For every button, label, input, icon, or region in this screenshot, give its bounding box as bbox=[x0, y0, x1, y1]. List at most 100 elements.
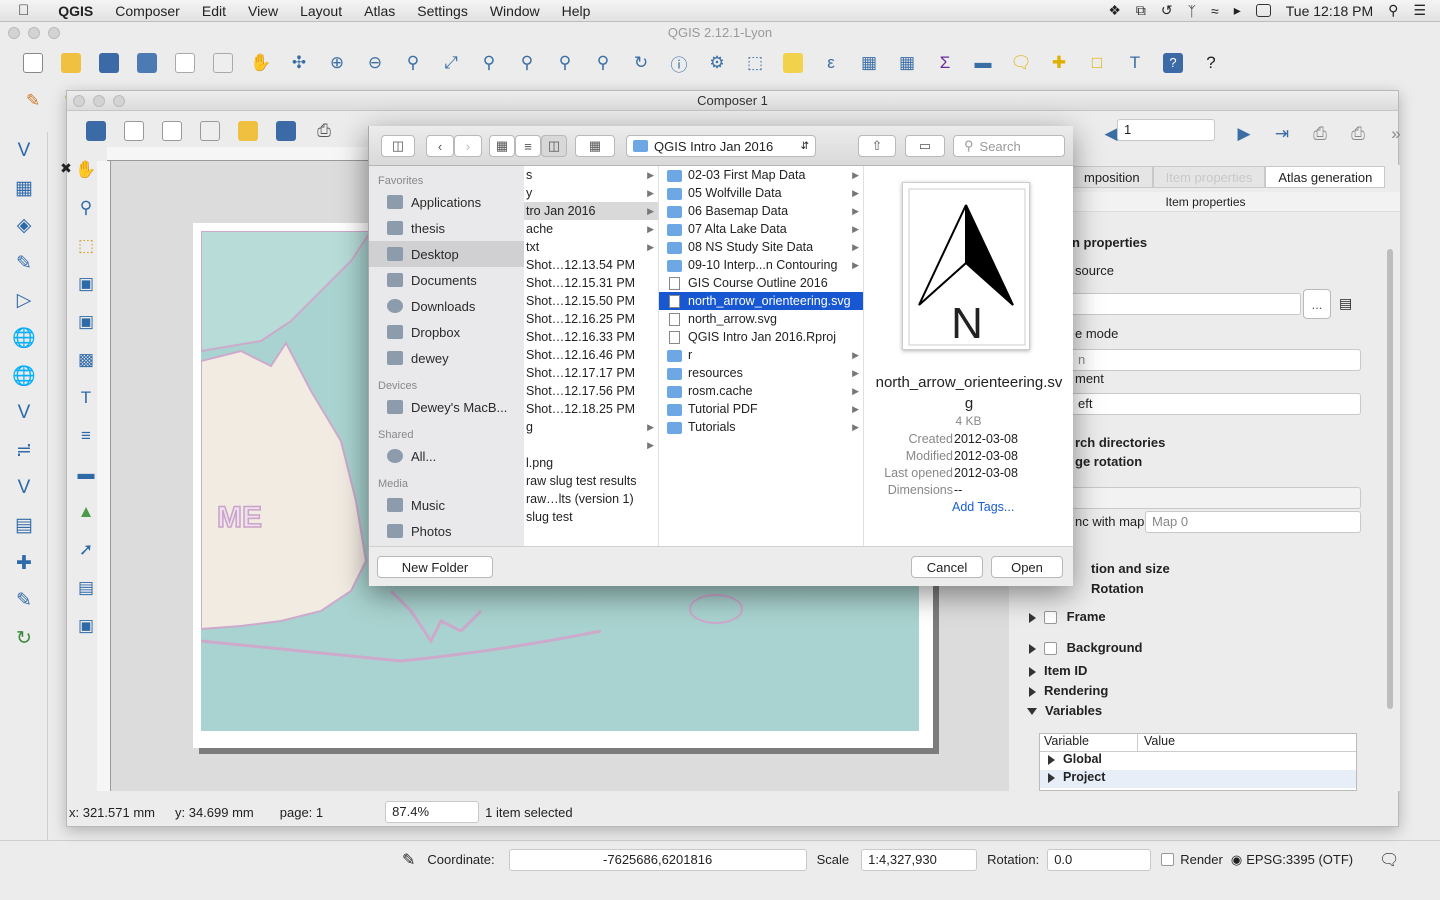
sidebar-item-desktop[interactable]: Desktop bbox=[369, 241, 524, 267]
sidebar-item-macbook[interactable]: Dewey's MacB... bbox=[369, 394, 524, 420]
parent-column-item[interactable]: txt ▶ bbox=[524, 238, 658, 256]
print-atlas-icon[interactable]: ⎙ bbox=[1301, 119, 1339, 149]
new-folder-button[interactable]: New Folder bbox=[377, 556, 493, 578]
action-icon[interactable]: ⚙ bbox=[698, 48, 736, 78]
tab-item-properties[interactable]: Item properties bbox=[1152, 166, 1266, 188]
pan-to-selection-icon[interactable]: ✣ bbox=[280, 48, 318, 78]
spotlight-icon[interactable]: ⚲ bbox=[1388, 2, 1398, 19]
icon-view-button[interactable]: ▦ bbox=[489, 135, 515, 157]
parent-column-item[interactable]: Shot…12.15.50 PM bbox=[524, 292, 658, 310]
save-composer-icon[interactable] bbox=[77, 116, 115, 146]
close-panel-icon[interactable]: ✖ bbox=[47, 149, 85, 187]
add-postgis-layer-icon[interactable]: ◈ bbox=[0, 207, 48, 245]
sidebar-item-photos[interactable]: Photos bbox=[369, 518, 524, 544]
volume-icon[interactable]: ▸ bbox=[1234, 2, 1241, 19]
battery-icon[interactable] bbox=[1255, 4, 1271, 17]
parent-column-item[interactable]: ache ▶ bbox=[524, 220, 658, 238]
zoom-next-icon[interactable]: ⚲ bbox=[584, 48, 622, 78]
coordinate-toggle-icon[interactable]: ✎ bbox=[402, 850, 415, 870]
parent-column-item[interactable]: Shot…12.18.25 PM bbox=[524, 400, 658, 418]
add-tags-link[interactable]: Add Tags... bbox=[952, 500, 1014, 514]
sidebar-item-documents[interactable]: Documents bbox=[369, 267, 524, 293]
new-project-icon[interactable] bbox=[14, 48, 52, 78]
sum-icon[interactable]: Σ bbox=[926, 48, 964, 78]
zoom-full-icon[interactable]: ⤢ bbox=[432, 48, 470, 78]
measure-icon[interactable]: ▬ bbox=[964, 48, 1002, 78]
text-annotation-icon[interactable]: T bbox=[1116, 48, 1154, 78]
whats-this-icon[interactable]: ? bbox=[1192, 48, 1230, 78]
pan-icon[interactable]: ✋ bbox=[242, 48, 280, 78]
folder-row[interactable]: 08 NS Study Site Data ▶ bbox=[659, 238, 863, 256]
apple-icon[interactable]:  bbox=[18, 2, 29, 19]
sync-icon[interactable]: ⧉ bbox=[1136, 2, 1146, 19]
share-button[interactable]: ⇧ bbox=[858, 135, 896, 157]
menu-view[interactable]: View bbox=[237, 3, 289, 19]
file-row[interactable]: north_arrow.svg bbox=[659, 310, 863, 328]
deselect-icon[interactable] bbox=[774, 48, 812, 78]
new-shapefile-icon[interactable]: V bbox=[0, 470, 48, 508]
project-scope-row[interactable]: Project bbox=[1040, 770, 1356, 788]
add-spatialite-layer-icon[interactable]: ✎ bbox=[0, 245, 48, 283]
image-source-field[interactable] bbox=[1071, 293, 1301, 315]
frame-checkbox[interactable] bbox=[1044, 611, 1057, 625]
file-row[interactable]: GIS Course Outline 2016 bbox=[659, 274, 863, 292]
position-size-section[interactable]: tion and size bbox=[1091, 561, 1170, 576]
variables-section[interactable]: Variables bbox=[1027, 703, 1102, 718]
background-section[interactable]: Background bbox=[1029, 640, 1142, 656]
folder-row[interactable]: 05 Wolfville Data ▶ bbox=[659, 184, 863, 202]
rendering-section[interactable]: Rendering bbox=[1029, 683, 1108, 698]
sidebar-item-music[interactable]: Music bbox=[369, 492, 524, 518]
save-as-icon[interactable] bbox=[128, 48, 166, 78]
tab-composition[interactable]: mposition bbox=[1071, 166, 1153, 188]
parent-column-item[interactable]: Shot…12.17.56 PM bbox=[524, 382, 658, 400]
folder-row[interactable]: 09-10 Interp...n Contouring ▶ bbox=[659, 256, 863, 274]
path-popup[interactable]: QGIS Intro Jan 2016 ⇵ bbox=[626, 135, 816, 157]
dropbox-icon[interactable]: ❖ bbox=[1108, 2, 1121, 19]
sidebar-item-dropbox[interactable]: Dropbox bbox=[369, 319, 524, 345]
crs-button[interactable]: EPSG:3395 (OTF) bbox=[1246, 852, 1353, 867]
bluetooth-icon[interactable]: ᛉ bbox=[1188, 3, 1196, 19]
add-vector-layer-icon[interactable]: V bbox=[0, 132, 48, 170]
parent-column-item[interactable]: Shot…12.16.25 PM bbox=[524, 310, 658, 328]
menu-edit[interactable]: Edit bbox=[191, 3, 237, 19]
save-template-icon[interactable] bbox=[267, 116, 305, 146]
select-features-icon[interactable]: ⬚ bbox=[736, 48, 774, 78]
last-feature-icon[interactable]: ⇥ bbox=[1263, 119, 1301, 149]
file-row[interactable]: QGIS Intro Jan 2016.Rproj bbox=[659, 328, 863, 346]
parent-column-item[interactable]: tro Jan 2016 ▶ bbox=[524, 202, 658, 220]
menu-layout[interactable]: Layout bbox=[289, 3, 353, 19]
zoom-to-selection-icon[interactable]: ⚲ bbox=[470, 48, 508, 78]
new-composer-icon[interactable] bbox=[166, 48, 204, 78]
composer-manager-icon[interactable] bbox=[204, 48, 242, 78]
parent-column-item[interactable]: g ▶ bbox=[524, 418, 658, 436]
more-tools-icon[interactable]: » bbox=[1377, 119, 1415, 149]
statistics-icon[interactable]: ▦ bbox=[888, 48, 926, 78]
minimize-window-button[interactable] bbox=[28, 27, 40, 39]
parent-column-item[interactable]: slug test bbox=[524, 508, 658, 526]
identify-icon[interactable]: ⓘ bbox=[660, 48, 698, 78]
add-delimited-text-icon[interactable]: ≓ bbox=[0, 432, 48, 470]
folder-row[interactable]: Tutorials ▶ bbox=[659, 418, 863, 436]
menu-help[interactable]: Help bbox=[551, 3, 602, 19]
sidebar-toggle-button[interactable]: ◫ bbox=[381, 135, 415, 157]
map-tips-icon[interactable]: 🗨 bbox=[1002, 48, 1040, 78]
zoom-native-icon[interactable]: ⚲ bbox=[394, 48, 432, 78]
variable-column-header[interactable]: Variable bbox=[1040, 734, 1138, 751]
new-bookmark-icon[interactable]: ✚ bbox=[1040, 48, 1078, 78]
sidebar-item-downloads[interactable]: Downloads bbox=[369, 293, 524, 319]
scale-combo[interactable]: 1:4,327,930 bbox=[861, 848, 978, 871]
parent-column-item[interactable]: raw slug test results bbox=[524, 472, 658, 490]
print-icon[interactable]: ⎙ bbox=[305, 116, 343, 146]
panel-scrollbar[interactable] bbox=[1387, 249, 1393, 709]
zoom-combo[interactable]: 87.4% bbox=[385, 801, 480, 823]
forward-button[interactable]: › bbox=[454, 135, 482, 157]
cancel-button[interactable]: Cancel bbox=[911, 556, 983, 578]
crs-globe-icon[interactable]: ◉ bbox=[1231, 852, 1242, 868]
new-composer-icon[interactable] bbox=[115, 116, 153, 146]
tab-atlas-generation[interactable]: Atlas generation bbox=[1265, 166, 1386, 188]
menu-composer[interactable]: Composer bbox=[104, 3, 191, 19]
menu-settings[interactable]: Settings bbox=[406, 3, 479, 19]
open-project-icon[interactable] bbox=[52, 48, 90, 78]
zoom-last-icon[interactable]: ⚲ bbox=[546, 48, 584, 78]
image-rotation-spinbox[interactable] bbox=[1071, 487, 1361, 509]
